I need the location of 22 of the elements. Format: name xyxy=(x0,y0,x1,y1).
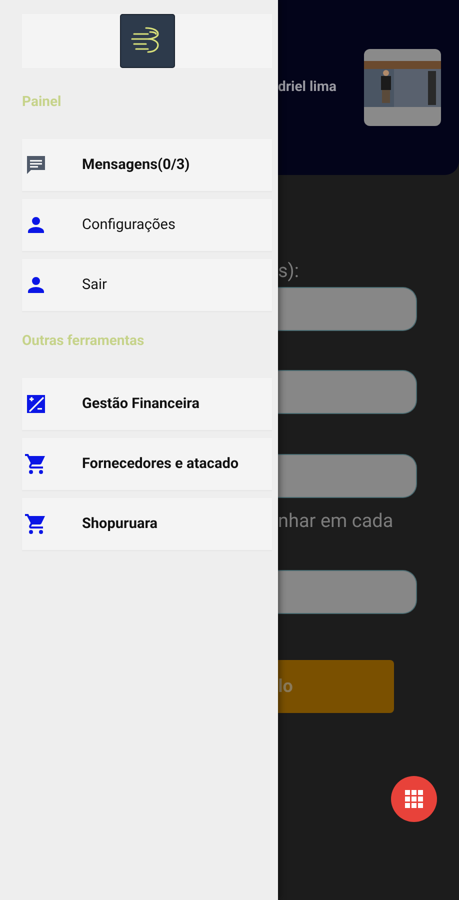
section-heading: Painel xyxy=(22,93,62,112)
input-field[interactable] xyxy=(278,287,417,331)
cart-icon xyxy=(24,512,48,536)
input-field[interactable] xyxy=(278,454,417,498)
menu-item[interactable]: Mensagens(0/3) xyxy=(22,139,272,191)
menu-item[interactable]: Shopuruara xyxy=(22,498,272,550)
logo-icon xyxy=(120,14,174,68)
plus-minus-icon xyxy=(24,392,48,416)
form-label: nhar em cada xyxy=(278,510,394,532)
form-label: s): xyxy=(278,260,300,282)
apps-button[interactable] xyxy=(391,776,437,822)
section-heading: Outras ferramentas xyxy=(22,332,146,351)
chat-icon xyxy=(24,153,48,177)
menu-item[interactable]: Fornecedores e atacado xyxy=(22,438,272,490)
user-name: driel lima xyxy=(278,78,336,97)
cart-icon xyxy=(24,452,48,476)
input-field[interactable] xyxy=(278,570,417,614)
grid-icon xyxy=(405,790,423,808)
menu-item[interactable]: Configurações xyxy=(22,199,272,251)
input-field[interactable] xyxy=(278,370,417,414)
menu-item[interactable]: Gestão Financeira xyxy=(22,378,272,430)
menu-item[interactable]: Sair xyxy=(22,259,272,311)
